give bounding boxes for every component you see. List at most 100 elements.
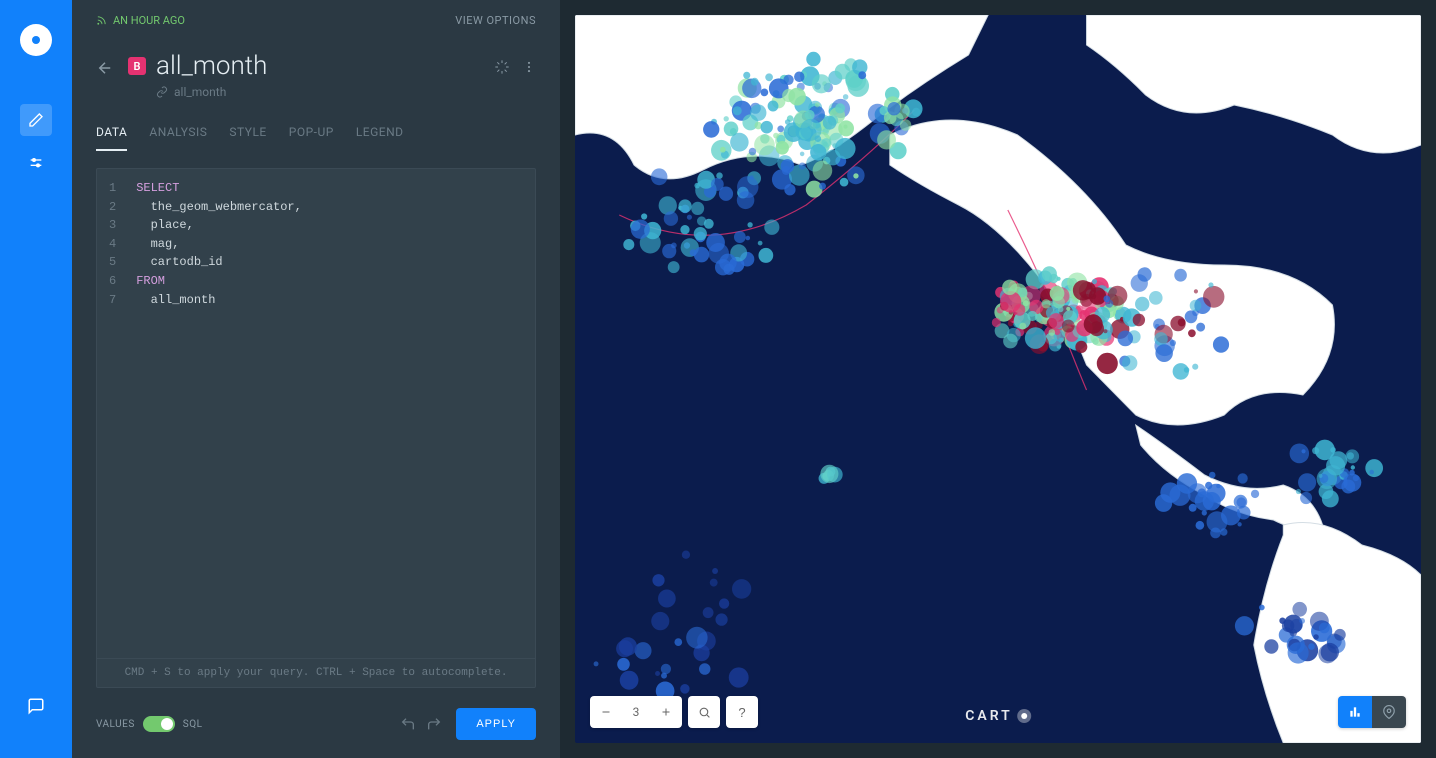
zoom-level-display: 3 [622,705,650,719]
datapoint [720,147,726,153]
redo-button[interactable] [426,716,442,732]
tab-analysis[interactable]: ANALYSIS [149,115,207,151]
datapoint [1313,634,1319,640]
datapoint [840,178,849,187]
datapoint [1002,280,1017,295]
datapoint [1299,618,1305,624]
tab-legend[interactable]: LEGEND [356,115,404,151]
datapoint [1351,465,1355,469]
datapoint [1236,497,1246,507]
zoom-out-button[interactable] [590,696,622,728]
land-north-america [890,120,1335,425]
map-help-button[interactable]: ? [726,696,758,728]
geocode-button[interactable] [1372,696,1406,728]
datapoint [1090,294,1096,300]
datapoint [997,307,1004,314]
datapoint [853,173,858,178]
datapoint [1155,344,1173,362]
datapoint [1092,279,1097,284]
map-search-button[interactable] [688,696,720,728]
map-attribution[interactable]: CART [965,708,1031,724]
datapoint [652,574,664,586]
datapoint [655,671,660,676]
datapoint [887,102,900,115]
zoom-in-button[interactable] [650,696,682,728]
datapoint [794,72,804,83]
undo-button[interactable] [400,716,416,732]
datapoint [678,199,691,212]
tab-popup[interactable]: POP-UP [289,115,334,151]
datapoint [734,231,746,243]
datapoint [1190,300,1202,312]
app-logo-icon[interactable] [20,24,52,56]
tab-data[interactable]: DATA [96,115,127,151]
datapoint [1288,642,1309,663]
datapoint [1298,473,1316,491]
datapoint [761,89,769,97]
datapoint [749,148,756,156]
timestamp-text: AN HOUR AGO [113,14,185,27]
datapoint [1058,306,1064,312]
datapoint [1365,459,1383,477]
datapoint [777,126,784,133]
datapoint [719,598,729,608]
rail-edit-button[interactable] [20,104,52,136]
datapoint [1203,286,1224,308]
datapoint [1041,299,1050,308]
map-area: 3 ? CART [560,0,1436,758]
datapoint [697,216,706,225]
datapoint [743,72,750,79]
datapoint [616,640,633,657]
datapoint [750,104,766,121]
datapoint [732,579,751,599]
back-button[interactable] [96,59,114,77]
values-sql-toggle[interactable] [143,716,175,732]
tab-style[interactable]: STYLE [229,115,266,151]
dataset-name[interactable]: all_month [174,85,226,99]
datapoint [1321,643,1339,662]
datapoint [1014,304,1026,316]
datapoint [1048,329,1055,336]
datapoint [1196,521,1205,530]
datapoint [912,108,920,117]
datapoint [900,119,911,131]
search-icon [698,706,711,719]
sql-editor[interactable]: 1234567 SELECT the_geom_webmercator, pla… [96,168,536,688]
datapoint [724,264,735,275]
datapoint [1209,472,1215,479]
datapoint [1208,282,1213,287]
map-canvas[interactable] [575,15,1421,743]
datapoint [664,211,678,226]
datapoint [594,661,599,666]
rail-chat-button[interactable] [20,690,52,722]
datapoint [800,152,805,157]
datapoint [992,318,1001,327]
datapoint [1122,355,1137,371]
redo-icon [426,716,442,732]
datapoint [835,103,845,113]
datapoint [1235,616,1254,635]
layer-more-button[interactable] [522,60,536,74]
datapoint [680,225,689,234]
widgets-button[interactable] [1338,696,1372,728]
datapoint [1170,340,1176,346]
datapoint [758,241,763,246]
pencil-icon [28,112,44,128]
land-canada-greenland [1087,15,1421,153]
datapoint [1308,643,1314,650]
datapoint [1133,314,1145,327]
datapoint [764,220,779,235]
left-rail [0,0,72,758]
editor-code[interactable]: SELECT the_geom_webmercator, place, mag,… [128,169,310,658]
datapoint [768,101,779,112]
rail-adjust-button[interactable] [20,148,52,180]
datapoint [1203,492,1221,510]
datapoint [730,133,748,152]
datapoint [858,71,866,79]
center-map-button[interactable] [494,59,510,75]
datapoint [668,261,680,273]
view-options-button[interactable]: VIEW OPTIONS [455,14,536,27]
datapoint [1205,482,1212,489]
attribution-text: CART [965,708,1013,724]
apply-button[interactable]: APPLY [456,708,536,740]
